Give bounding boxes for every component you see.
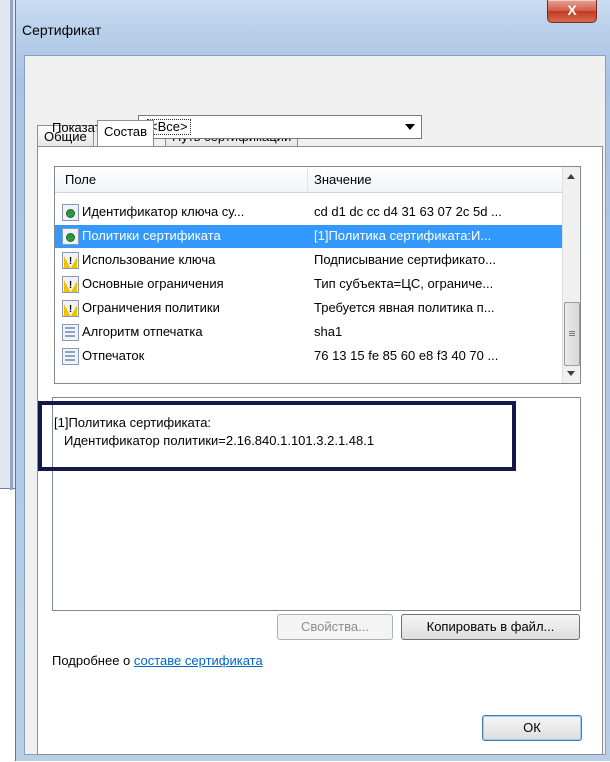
warning-icon bbox=[62, 252, 79, 269]
grip-icon bbox=[569, 331, 575, 332]
ok-button[interactable]: ОК bbox=[482, 715, 582, 741]
copy-to-file-button[interactable]: Копировать в файл... bbox=[401, 614, 580, 640]
field-value: [1]Политика сертификата:И... bbox=[314, 228, 492, 243]
key-icon bbox=[62, 228, 79, 245]
list-item[interactable]: Алгоритм отпечатка sha1 bbox=[55, 321, 563, 344]
field-name: Алгоритм отпечатка bbox=[82, 324, 203, 339]
field-name: Основные ограничения bbox=[82, 276, 224, 291]
certificate-field-icon bbox=[62, 324, 79, 341]
field-value: 76 13 15 fe 85 60 e8 f3 40 70 ... bbox=[314, 348, 499, 363]
more-info-prefix: Подробнее о bbox=[52, 653, 134, 668]
list-item[interactable]: Использование ключа Подписывание сертифи… bbox=[55, 249, 563, 272]
column-separator[interactable] bbox=[307, 167, 308, 192]
list-item[interactable]: Ограничения политики Требуется явная пол… bbox=[55, 297, 563, 320]
field-value: cd d1 dc cc d4 31 63 07 2c 5d ... bbox=[314, 204, 502, 219]
show-dropdown[interactable]: <Все> bbox=[138, 115, 422, 139]
background-window-border bbox=[10, 0, 13, 490]
list-item[interactable]: Идентификатор ключа су... cd d1 dc cc d4… bbox=[55, 201, 563, 224]
column-header-field[interactable]: Поле bbox=[65, 172, 96, 187]
properties-button[interactable]: Свойства... bbox=[277, 614, 393, 640]
field-name: Использование ключа bbox=[82, 252, 216, 267]
list-item-selected[interactable]: Политики сертификата [1]Политика сертифи… bbox=[55, 225, 563, 248]
window-title: Сертификат bbox=[22, 22, 102, 38]
scroll-up-arrow-icon[interactable] bbox=[567, 174, 575, 179]
field-name: Идентификатор ключа су... bbox=[82, 204, 245, 219]
certificate-details-link[interactable]: составе сертификата bbox=[134, 653, 263, 668]
scroll-down-arrow-icon[interactable] bbox=[567, 371, 575, 376]
field-name: Политики сертификата bbox=[82, 228, 221, 243]
key-icon bbox=[62, 204, 79, 221]
list-item[interactable]: Отпечаток 76 13 15 fe 85 60 e8 f3 40 70 … bbox=[55, 345, 563, 368]
field-name: Отпечаток bbox=[82, 348, 145, 363]
column-header-value[interactable]: Значение bbox=[314, 172, 372, 187]
fields-list[interactable]: Поле Значение Идентификатор ключа су... … bbox=[54, 166, 581, 384]
field-value: Подписывание сертификато... bbox=[314, 252, 496, 267]
warning-icon bbox=[62, 276, 79, 293]
warning-icon bbox=[62, 300, 79, 317]
field-value: Требуется явная политика п... bbox=[314, 300, 495, 315]
title-bar[interactable]: Сертификат X bbox=[16, 0, 610, 56]
field-value: Тип субъекта=ЦС, ограниче... bbox=[314, 276, 494, 291]
close-button[interactable]: X bbox=[547, 0, 597, 23]
scroll-thumb[interactable] bbox=[564, 302, 580, 366]
certificate-field-icon bbox=[62, 348, 79, 365]
list-scrollbar[interactable] bbox=[562, 167, 580, 383]
field-name: Ограничения политики bbox=[82, 300, 220, 315]
chevron-down-icon bbox=[405, 124, 415, 130]
list-header: Поле Значение bbox=[55, 167, 563, 193]
field-value: sha1 bbox=[314, 324, 343, 339]
tab-details[interactable]: Состав bbox=[97, 120, 155, 146]
more-info-text: Подробнее о составе сертификата bbox=[52, 653, 263, 668]
list-item[interactable]: Основные ограничения Тип субъекта=ЦС, ог… bbox=[55, 273, 563, 296]
highlight-annotation-box bbox=[38, 401, 516, 471]
close-icon: X bbox=[567, 2, 577, 18]
